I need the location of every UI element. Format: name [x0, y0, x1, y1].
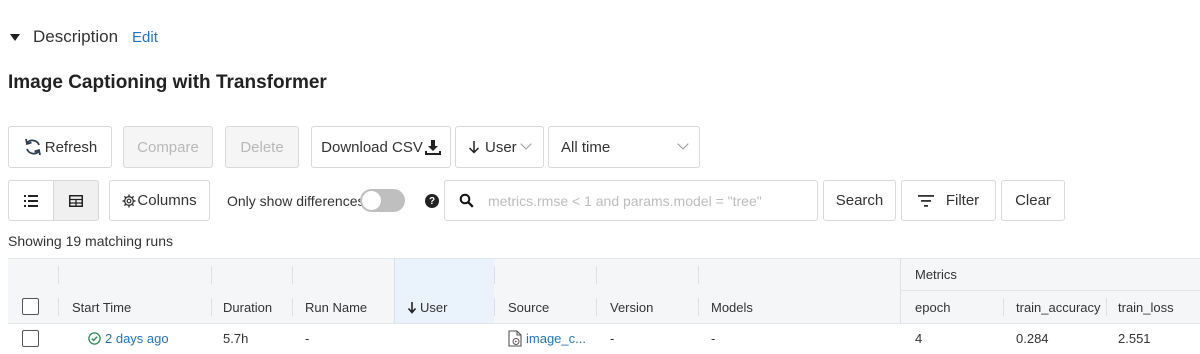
column-header-duration[interactable]: Duration — [223, 300, 272, 315]
filter-button[interactable]: Filter — [901, 180, 996, 221]
table-row[interactable]: 2 days ago 5.7h - image_c... - - 4 0.284… — [8, 324, 1200, 354]
chevron-down-icon — [520, 138, 532, 150]
column-header-train-loss[interactable]: train_loss — [1118, 300, 1174, 315]
download-icon — [424, 139, 441, 155]
description-header[interactable]: Description Edit — [10, 26, 158, 48]
delete-button[interactable]: Delete — [225, 126, 299, 168]
search-icon — [459, 193, 474, 208]
table-view-button[interactable] — [53, 180, 99, 221]
columns-button[interactable]: Columns — [109, 180, 210, 221]
train-loss-cell: 2.551 — [1118, 331, 1151, 346]
gear-icon — [122, 194, 136, 208]
train-accuracy-cell: 0.284 — [1016, 331, 1049, 346]
source-link[interactable]: image_c... — [526, 331, 586, 346]
only-differences-toggle[interactable] — [360, 189, 405, 212]
experiment-title: Image Captioning with Transformer — [8, 72, 327, 93]
models-cell: - — [711, 331, 716, 346]
column-header-user[interactable]: User — [407, 300, 447, 315]
caret-down-icon[interactable] — [10, 33, 20, 41]
select-all-checkbox[interactable] — [22, 298, 39, 315]
list-icon — [24, 194, 38, 207]
check-circle-icon — [88, 332, 101, 345]
time-range-value: All time — [561, 138, 611, 156]
filter-label: Filter — [945, 192, 980, 209]
download-csv-label: Download CSV — [321, 138, 423, 156]
column-header-source[interactable]: Source — [508, 300, 549, 315]
search-input-wrapper[interactable] — [444, 180, 818, 221]
row-checkbox[interactable] — [22, 330, 39, 347]
list-view-button[interactable] — [8, 180, 54, 221]
version-cell: - — [610, 331, 615, 346]
duration-cell: 5.7h — [223, 331, 249, 346]
arrow-down-icon — [468, 140, 480, 154]
columns-label: Columns — [137, 192, 197, 209]
refresh-icon — [23, 138, 43, 156]
column-header-version[interactable]: Version — [610, 300, 653, 315]
description-label: Description — [33, 27, 119, 46]
search-input[interactable] — [488, 192, 808, 209]
column-header-models[interactable]: Models — [711, 300, 753, 315]
edit-description-link[interactable]: Edit — [132, 29, 158, 46]
start-time-cell[interactable]: 2 days ago — [88, 331, 169, 346]
column-header-run-name[interactable]: Run Name — [305, 300, 367, 315]
run-name-cell: - — [305, 331, 310, 346]
sort-select[interactable]: User — [455, 126, 544, 168]
chevron-down-icon — [677, 138, 689, 150]
table-icon — [69, 194, 83, 207]
help-icon[interactable]: ? — [425, 194, 439, 208]
column-header-start-time[interactable]: Start Time — [72, 300, 131, 315]
user-cell — [404, 331, 479, 347]
refresh-button[interactable]: Refresh — [8, 126, 112, 168]
notebook-icon — [508, 330, 522, 347]
epoch-cell: 4 — [915, 331, 923, 346]
toggle-knob — [362, 191, 381, 210]
download-csv-button[interactable]: Download CSV — [311, 126, 451, 168]
only-differences-label: Only show differences — [227, 193, 365, 209]
time-range-select[interactable]: All time — [548, 126, 700, 168]
column-header-user-label: User — [420, 300, 448, 315]
sort-select-value: User — [485, 138, 517, 156]
source-cell[interactable]: image_c... — [508, 330, 586, 347]
clear-button[interactable]: Clear — [1001, 180, 1065, 221]
matching-runs-count: Showing 19 matching runs — [8, 233, 173, 249]
filter-icon — [917, 194, 934, 207]
search-button[interactable]: Search — [823, 180, 896, 221]
column-header-train-accuracy[interactable]: train_accuracy — [1016, 300, 1101, 315]
start-time-link[interactable]: 2 days ago — [105, 331, 169, 346]
refresh-label: Refresh — [44, 138, 98, 156]
metrics-group-header: Metrics — [915, 267, 957, 282]
column-header-epoch[interactable]: epoch — [915, 300, 950, 315]
sort-arrow-down-icon — [407, 301, 417, 314]
compare-button[interactable]: Compare — [123, 126, 213, 168]
